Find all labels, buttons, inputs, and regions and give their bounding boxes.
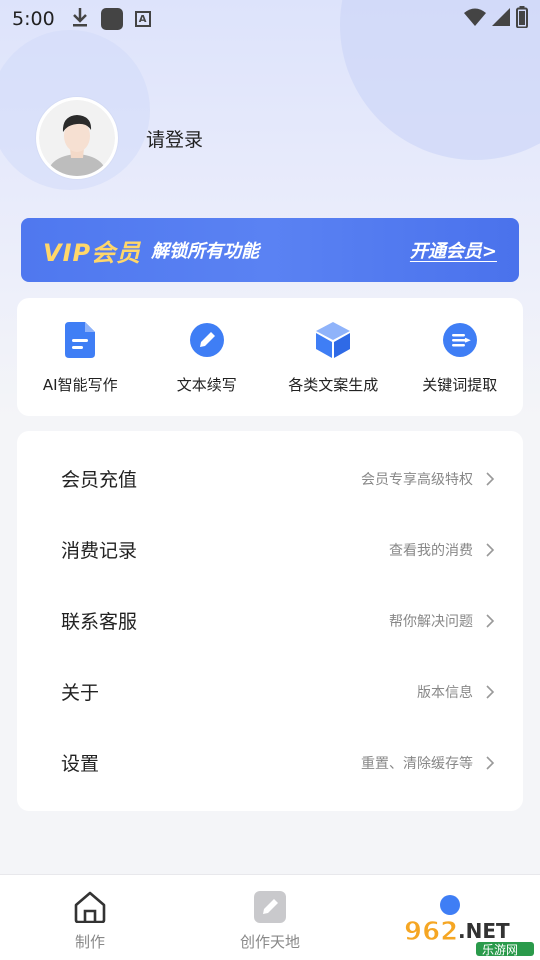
tool-label: AI智能写作 — [42, 376, 118, 394]
menu-item-consumption[interactable]: 消费记录 查看我的消费 — [17, 514, 523, 585]
chevron-right-icon — [483, 613, 497, 628]
chevron-right-icon — [483, 755, 497, 770]
menu-item-support[interactable]: 联系客服 帮你解决问题 — [17, 585, 523, 656]
tool-copy-generation[interactable]: 各类文案生成 — [270, 320, 397, 416]
document-icon — [60, 320, 100, 360]
tool-ai-writing[interactable]: AI智能写作 — [17, 320, 144, 416]
vip-banner[interactable]: VIP会员 解锁所有功能 开通会员> — [21, 218, 519, 282]
watermark-logo: 962 .NET 乐游网 — [402, 912, 536, 956]
menu-label: 联系客服 — [61, 611, 138, 633]
tool-label: 文本续写 — [176, 376, 237, 394]
tool-text-continue[interactable]: 文本续写 — [144, 320, 271, 416]
wifi-icon — [464, 8, 486, 30]
nav-item-make[interactable]: 制作 — [0, 875, 180, 960]
nav-label: 制作 — [74, 933, 105, 951]
tools-card: AI智能写作 文本续写 各类文案生成 关键词提取 — [17, 298, 523, 416]
login-prompt[interactable]: 请登录 — [146, 125, 203, 152]
status-bar: 5:00 A — [0, 0, 540, 38]
battery-icon — [516, 6, 528, 32]
tool-keyword-extract[interactable]: 关键词提取 — [397, 320, 524, 416]
home-icon — [72, 889, 108, 925]
signal-icon — [492, 8, 510, 30]
menu-item-about[interactable]: 关于 版本信息 — [17, 656, 523, 727]
nav-label: 创作天地 — [239, 933, 300, 951]
vip-title: VIP会员 — [43, 238, 142, 267]
menu-label: 会员充值 — [61, 469, 138, 491]
list-icon — [440, 320, 480, 360]
nav-item-creation[interactable]: 创作天地 — [180, 875, 360, 960]
menu-desc: 帮你解决问题 — [389, 613, 473, 630]
menu-desc: 版本信息 — [417, 684, 473, 701]
pen-icon — [187, 320, 227, 360]
app-notification-icon — [100, 8, 123, 30]
status-time: 5:00 — [12, 8, 55, 30]
svg-text:962: 962 — [404, 917, 458, 947]
menu-card: 会员充值 会员专享高级特权 消费记录 查看我的消费 联系客服 帮你解决问题 关于… — [17, 431, 523, 811]
font-notification-icon: A — [134, 11, 151, 27]
chevron-right-icon — [483, 471, 497, 486]
menu-item-settings[interactable]: 设置 重置、清除缓存等 — [17, 727, 523, 798]
download-icon — [71, 7, 89, 31]
avatar[interactable] — [36, 97, 118, 179]
menu-label: 消费记录 — [61, 540, 138, 562]
tool-label: 关键词提取 — [422, 376, 498, 394]
menu-desc: 查看我的消费 — [389, 542, 473, 559]
menu-label: 关于 — [61, 682, 100, 704]
svg-text:.NET: .NET — [458, 919, 510, 943]
tool-label: 各类文案生成 — [288, 376, 379, 394]
cube-icon — [313, 320, 353, 360]
chevron-right-icon — [483, 684, 497, 699]
menu-label: 设置 — [61, 753, 100, 775]
menu-item-recharge[interactable]: 会员充值 会员专享高级特权 — [17, 443, 523, 514]
menu-desc: 会员专享高级特权 — [361, 471, 473, 488]
edit-icon — [252, 889, 288, 925]
open-vip-button[interactable]: 开通会员> — [410, 237, 497, 263]
menu-desc: 重置、清除缓存等 — [361, 755, 473, 772]
profile-section[interactable]: 请登录 — [36, 97, 203, 179]
svg-text:乐游网: 乐游网 — [482, 943, 518, 956]
chevron-right-icon — [483, 542, 497, 557]
vip-subtitle: 解锁所有功能 — [151, 241, 260, 262]
